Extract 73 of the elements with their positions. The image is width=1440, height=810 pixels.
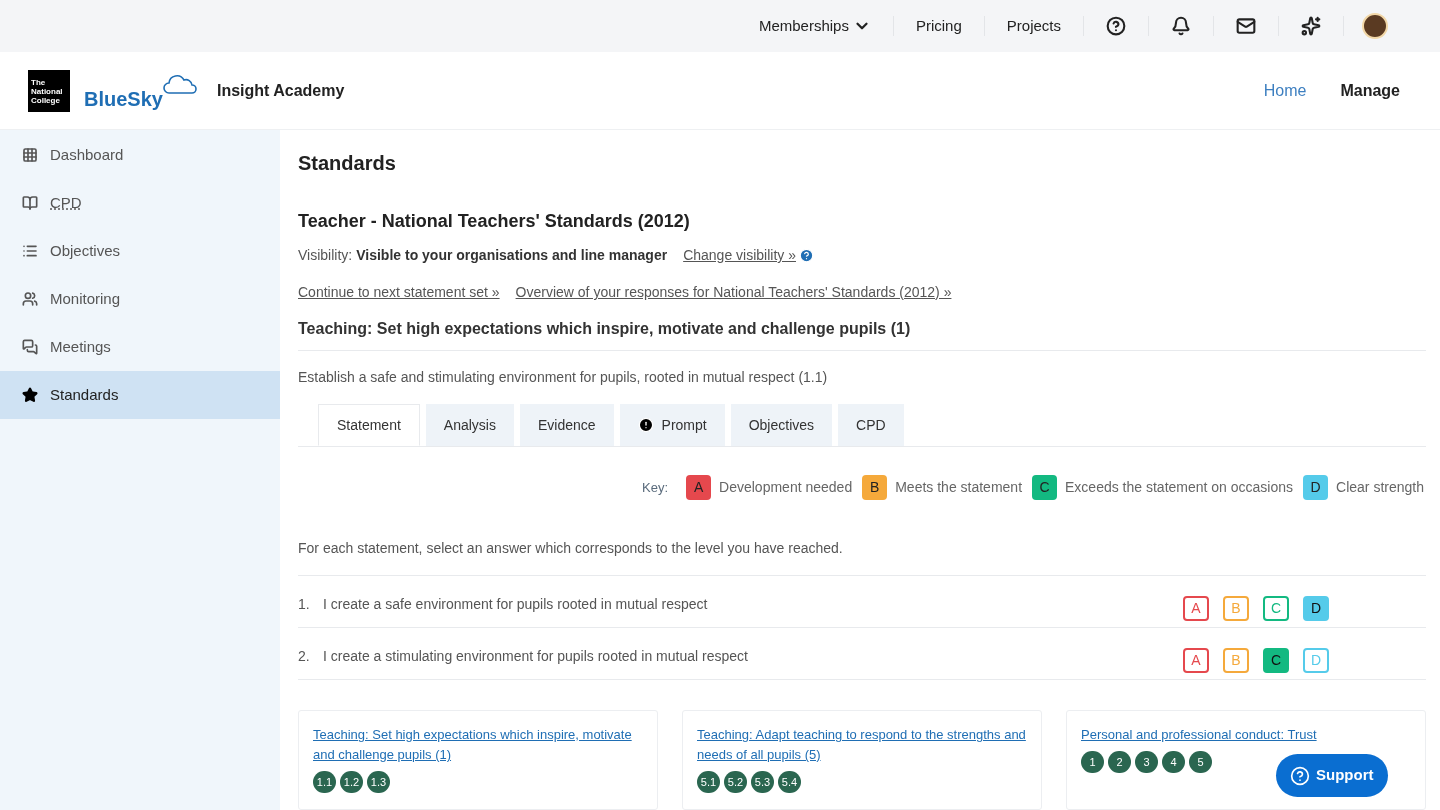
statement-badge[interactable]: 3 (1135, 751, 1158, 773)
key-description: Meets the statement (895, 478, 1023, 497)
statement-badge[interactable]: 5.2 (724, 771, 747, 793)
statement-badge[interactable]: 1 (1081, 751, 1104, 773)
book-icon (22, 195, 38, 211)
statement-number: 2. (298, 647, 311, 666)
sidebar-item[interactable]: Dashboard (0, 131, 280, 179)
people-icon (22, 291, 38, 307)
answer-option[interactable]: C (1263, 648, 1289, 673)
key-label: Key: (642, 478, 669, 497)
statement-badge[interactable]: 5.4 (778, 771, 801, 793)
page-title: Standards (298, 151, 397, 176)
logo-box: The National College (28, 69, 70, 112)
statement-badge[interactable]: 4 (1162, 751, 1185, 773)
top-nav-link[interactable]: Memberships (736, 14, 893, 38)
statement-number: 1. (298, 595, 311, 614)
key-description: Clear strength (1336, 478, 1424, 497)
sidebar-item[interactable]: Objectives (0, 227, 280, 275)
key-description: Exceeds the statement on occasions (1065, 478, 1294, 497)
chat-bubbles-icon (22, 339, 38, 355)
key-swatch: D (1303, 475, 1329, 500)
support-button[interactable]: Support (1276, 754, 1388, 797)
subsection-heading: Establish a safe and stimulating environment for pupils, rooted in mutual respect (1.1) (298, 368, 829, 387)
top-nav-link[interactable]: Projects (984, 14, 1083, 38)
answer-option[interactable]: D (1303, 596, 1329, 621)
answer-option[interactable]: A (1183, 596, 1209, 621)
star-icon (22, 387, 38, 403)
answer-option[interactable]: A (1183, 648, 1209, 673)
key-description: Development needed (719, 478, 853, 497)
alert-icon (637, 417, 654, 433)
key-swatch: B (862, 475, 888, 500)
change-visibility-link[interactable]: Change visibility » (683, 245, 796, 266)
tab[interactable]: CPD (838, 404, 904, 446)
tab[interactable]: Evidence (519, 404, 614, 446)
cloud-icon (162, 72, 197, 95)
card-title-link[interactable]: Personal and professional conduct: Trust (1081, 725, 1411, 745)
card-title-link[interactable]: Teaching: Set high expectations which inspire, motivate and challenge pupils (1) (313, 725, 643, 765)
statement-text: I create a stimulating environment for pupils rooted in mutual respect (323, 647, 748, 666)
sidebar-item[interactable]: Standards (0, 371, 280, 419)
tab[interactable]: Prompt (619, 404, 725, 446)
statement-badge[interactable]: 1.3 (367, 771, 390, 793)
key-swatch: A (686, 475, 712, 500)
key-swatch: C (1032, 475, 1058, 500)
sidebar-item[interactable]: Meetings (0, 323, 280, 371)
statement-link[interactable]: Overview of your responses for National Teachers' Standards (2012) » (515, 282, 952, 303)
statement-link[interactable]: Continue to next statement set » (298, 282, 500, 303)
statement-badge[interactable]: 5 (1189, 751, 1212, 773)
statement-badge[interactable]: 5.1 (697, 771, 720, 793)
section-heading: Teaching: Set high expectations which inspire, motivate and challenge pupils (1) (298, 317, 1426, 351)
statement-badge[interactable]: 1.2 (340, 771, 363, 793)
school-name: Insight Academy (216, 80, 345, 101)
sidebar-item[interactable]: CPD (0, 179, 280, 227)
tab[interactable]: Statement (318, 404, 420, 446)
visibility-label: Visibility: (298, 246, 353, 265)
instruction-text: For each statement, select an answer which corresponds to the level you have reached. (298, 538, 1426, 576)
help-icon (1290, 765, 1310, 786)
standard-set-title: Teacher - National Teachers' Standards (2012) (298, 210, 691, 233)
header-nav-link[interactable]: Manage (1340, 78, 1400, 103)
avatar[interactable] (1362, 13, 1388, 39)
statement-badge[interactable]: 1.1 (313, 771, 336, 793)
statement-badge[interactable]: 2 (1108, 751, 1131, 773)
tab[interactable]: Objectives (730, 404, 833, 446)
statement-text: I create a safe environment for pupils rooted in mutual respect (323, 595, 708, 614)
logo-text: BlueSky (84, 88, 163, 109)
top-nav-link[interactable]: Pricing (893, 14, 984, 38)
tab[interactable]: Analysis (425, 404, 514, 446)
header-nav-link[interactable]: Home (1263, 78, 1307, 103)
card-title-link[interactable]: Teaching: Adapt teaching to respond to the strengths and needs of all pupils (5) (697, 725, 1027, 765)
grid-icon (22, 147, 38, 163)
list-icon (22, 243, 38, 259)
visibility-value: Visible to your organisations and line manager (356, 246, 668, 265)
sidebar-item[interactable]: Monitoring (0, 275, 280, 323)
statement-badge[interactable]: 5.3 (751, 771, 774, 793)
